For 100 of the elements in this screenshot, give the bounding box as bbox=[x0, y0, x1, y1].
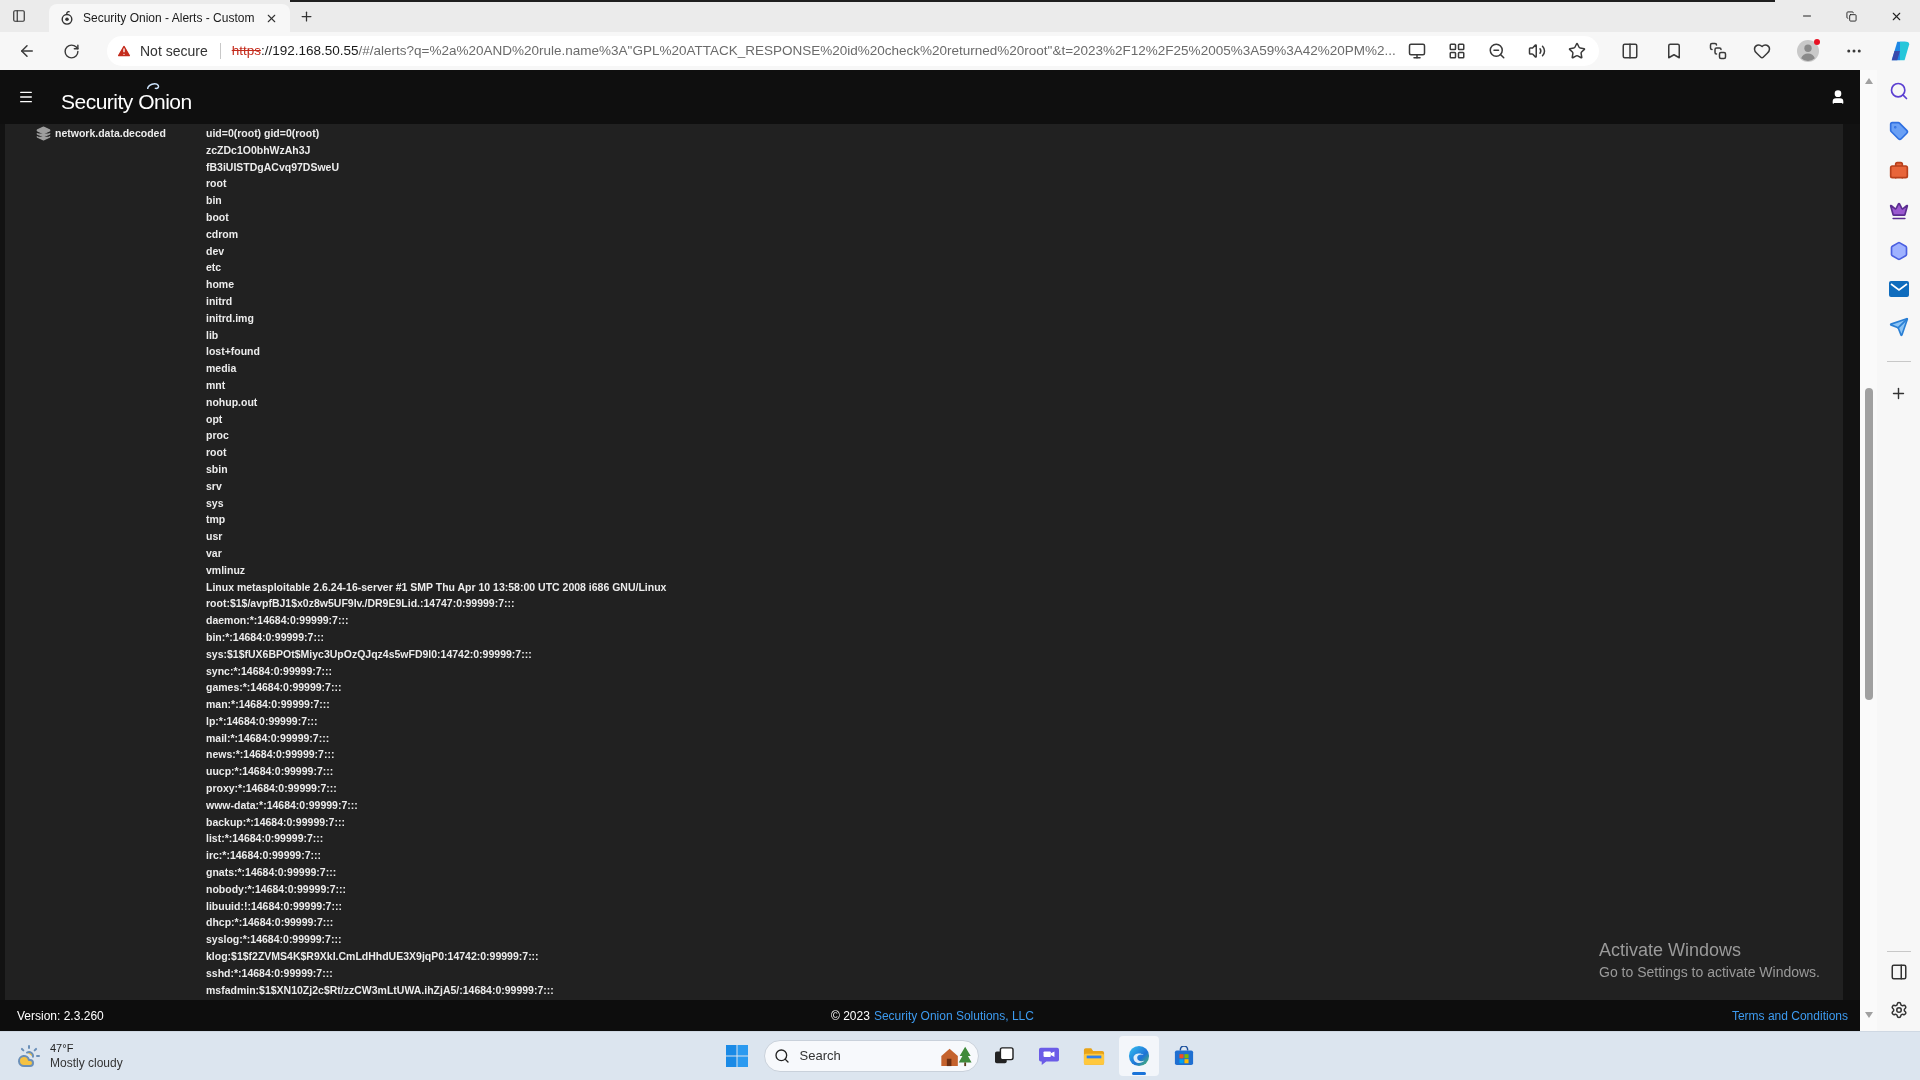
star-icon[interactable] bbox=[1568, 42, 1586, 60]
search-field[interactable]: Search bbox=[763, 1040, 979, 1072]
onion-icon bbox=[60, 11, 74, 25]
tag-icon[interactable] bbox=[1888, 121, 1909, 141]
decoded-line: sys:$1$fUX6BPOt$Miyc3UpOzQJqz4s5wFD9l0:14742:0:99999:7::: bbox=[206, 646, 532, 662]
decoded-line: irc:*:14684:0:99999:7::: bbox=[206, 848, 321, 864]
collections-icon[interactable] bbox=[1709, 42, 1727, 60]
decoded-line: fB3iUISTDgACvq97DSweU bbox=[206, 159, 340, 175]
decoded-line: home bbox=[206, 277, 234, 293]
speaker-icon[interactable] bbox=[1528, 42, 1546, 60]
decoded-line: dhcp:*:14684:0:99999:7::: bbox=[206, 915, 334, 931]
plus-icon[interactable] bbox=[299, 8, 314, 24]
monitor-icon[interactable] bbox=[1408, 42, 1426, 60]
reload-icon[interactable] bbox=[63, 42, 80, 60]
decoded-line: sync:*:14684:0:99999:7::: bbox=[206, 663, 333, 679]
layers-icon bbox=[36, 125, 51, 141]
settings-icon[interactable] bbox=[1889, 1001, 1908, 1019]
decoded-line: media bbox=[206, 361, 237, 377]
warning-icon bbox=[116, 43, 132, 59]
version-text: Version: 2.3.260 bbox=[17, 1007, 104, 1025]
decoded-line: libuuid:!:14684:0:99999:7::: bbox=[206, 898, 342, 914]
decoded-line: msfadmin:$1$XN10Zj2c$Rt/zzCW3mLtUWA.ihZjA5/:14684:0:99999:7::: bbox=[206, 982, 554, 998]
decoded-line: initrd bbox=[206, 293, 233, 309]
heart-icon[interactable] bbox=[1753, 42, 1771, 60]
overlapping-squares-icon bbox=[993, 1047, 1014, 1065]
zoom-out-icon[interactable] bbox=[1488, 42, 1506, 60]
security-warning-button[interactable]: Not secure bbox=[116, 40, 208, 62]
copyright-text: © 2023 Security Onion Solutions, LLC bbox=[831, 1007, 1034, 1025]
decoded-line: proc bbox=[206, 428, 229, 444]
panel-icon[interactable] bbox=[1889, 963, 1908, 981]
decoded-line: games:*:14684:0:99999:7::: bbox=[206, 680, 342, 696]
decoded-line: syslog:*:14684:0:99999:7::: bbox=[206, 932, 342, 948]
envelope-icon[interactable] bbox=[1888, 281, 1909, 297]
cloud-sun-icon[interactable] bbox=[17, 1044, 41, 1068]
hexagon-icon[interactable] bbox=[1888, 241, 1909, 261]
decoded-line: Linux metasploitable 2.6.24-16-server #1 SMP Thu Apr 10 13:58:00 UTC 2008 i686 GNU/Linux bbox=[206, 579, 667, 595]
decoded-line: initrd.img bbox=[206, 310, 254, 326]
temperature-text[interactable]: 47°F bbox=[50, 1041, 123, 1056]
company-link[interactable]: Security Onion Solutions, LLC bbox=[873, 1008, 1034, 1023]
decoded-line: lib bbox=[206, 327, 219, 343]
briefcase-icon[interactable] bbox=[1888, 161, 1909, 181]
menu-icon[interactable] bbox=[18, 89, 34, 105]
crown-icon[interactable] bbox=[1888, 201, 1909, 221]
decoded-line: sys bbox=[206, 495, 224, 511]
decoded-line: proxy:*:14684:0:99999:7::: bbox=[206, 781, 337, 797]
decoded-line: bin:*:14684:0:99999:7::: bbox=[206, 629, 324, 645]
decoded-line: daemon:*:14684:0:99999:7::: bbox=[206, 613, 349, 629]
decoded-line: usr bbox=[206, 529, 223, 545]
decoded-line: dev bbox=[206, 243, 225, 259]
decoded-line: root:$1$/avpfBJ1$x0z8w5UF9Iv./DR9E9Lid.:14747:0:99999:7::: bbox=[206, 596, 515, 612]
activation-title: Activate Windows bbox=[1599, 939, 1742, 962]
colorful-logo-icon[interactable] bbox=[1889, 40, 1911, 62]
decoded-line: news:*:14684:0:99999:7::: bbox=[206, 747, 335, 763]
back-icon[interactable] bbox=[18, 42, 36, 60]
decoded-line: list:*:14684:0:99999:7::: bbox=[206, 831, 324, 847]
decoded-line: root bbox=[206, 176, 227, 192]
decoded-line: boot bbox=[206, 210, 229, 225]
swirl-icon bbox=[145, 80, 161, 90]
grid-icon[interactable] bbox=[1448, 42, 1466, 60]
decoded-line: lp:*:14684:0:99999:7::: bbox=[206, 713, 318, 729]
avatar-icon[interactable] bbox=[1797, 40, 1819, 62]
decoded-line: backup:*:14684:0:99999:7::: bbox=[206, 814, 345, 830]
decoded-line: mnt bbox=[206, 377, 226, 393]
panel-icon[interactable] bbox=[12, 9, 26, 23]
decoded-line: opt bbox=[206, 411, 223, 427]
weather-condition[interactable]: Mostly cloudy bbox=[50, 1056, 123, 1071]
decoded-line: vmlinuz bbox=[206, 562, 246, 578]
decoded-line: etc bbox=[206, 260, 222, 276]
user-icon[interactable] bbox=[1830, 89, 1846, 105]
decoded-line: srv bbox=[206, 478, 222, 494]
decoded-line: var bbox=[206, 545, 222, 561]
split-screen-icon[interactable] bbox=[1621, 42, 1639, 60]
decoded-line: tmp bbox=[206, 512, 226, 528]
start-icon bbox=[725, 1045, 748, 1067]
decoded-line: sshd:*:14684:0:99999:7::: bbox=[206, 965, 333, 981]
decoded-line: uid=0(root) gid=0(root) bbox=[206, 126, 320, 141]
decoded-line: sbin bbox=[206, 461, 228, 477]
bookmark-icon[interactable] bbox=[1665, 42, 1683, 60]
shopping-bag-icon bbox=[1173, 1046, 1194, 1066]
decoded-line: www-data:*:14684:0:99999:7::: bbox=[206, 797, 358, 813]
paper-plane-icon[interactable] bbox=[1888, 317, 1909, 337]
scrollbar-thumb[interactable] bbox=[1864, 388, 1873, 700]
folder-icon bbox=[1082, 1046, 1105, 1066]
decoded-line: uucp:*:14684:0:99999:7::: bbox=[206, 764, 334, 780]
decoded-line: nohup.out bbox=[206, 394, 258, 410]
plus-icon[interactable] bbox=[1890, 385, 1907, 402]
search-icon[interactable] bbox=[1888, 81, 1909, 101]
decoded-line: man:*:14684:0:99999:7::: bbox=[206, 697, 330, 713]
decoded-line: zcZDc1O0bhWzAh3J bbox=[206, 142, 311, 158]
browser-swirl-icon bbox=[1127, 1045, 1150, 1067]
house-and-tree-icon bbox=[938, 1045, 973, 1067]
url-field[interactable]: https://192.168.50.55/#/alerts?q=%2a%20AND%20rule.name%3A"GPL%20ATTACK_RESPONSE%20id%20check%20returned%20root"&t=2023%2F12%2F25%2005%3A59%3A42%20PM%2... bbox=[231, 40, 1396, 62]
decoded-line: nobody:*:14684:0:99999:7::: bbox=[206, 881, 347, 897]
decoded-line: cdrom bbox=[206, 226, 239, 242]
decoded-line: mail:*:14684:0:99999:7::: bbox=[206, 730, 330, 746]
decoded-line: gnats:*:14684:0:99999:7::: bbox=[206, 865, 337, 881]
search-icon bbox=[773, 1048, 790, 1064]
restore-icon[interactable] bbox=[1846, 10, 1857, 22]
browser-tab[interactable]: Security Onion - Alerts - Custom bbox=[49, 4, 290, 32]
terms-link[interactable]: Terms and Conditions bbox=[1731, 1006, 1848, 1025]
